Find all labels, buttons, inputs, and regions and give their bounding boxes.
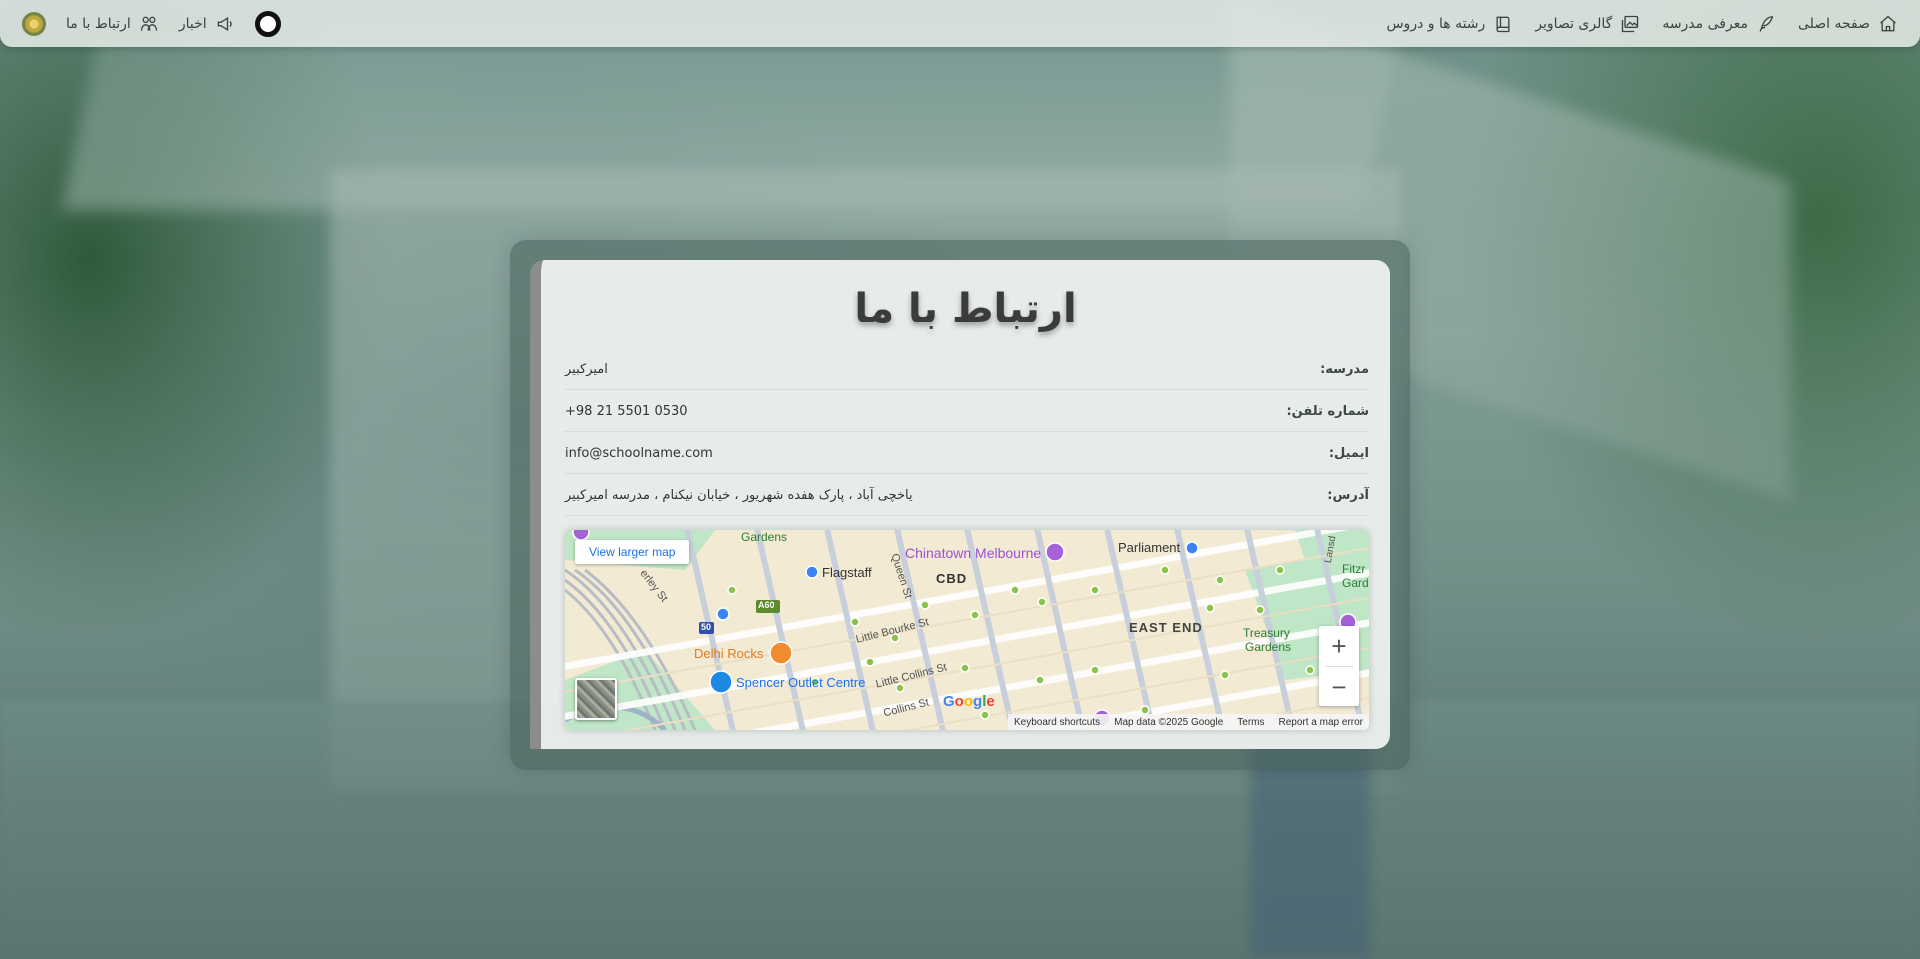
map-zoom-controls: + − xyxy=(1319,626,1359,706)
nav-item-courses[interactable]: رشته ها و دروس xyxy=(1386,14,1513,34)
map-label-fitzroy-gardens: Gard xyxy=(1342,576,1369,590)
nav-item-label: ارتباط با ما xyxy=(66,15,131,32)
nav-item-label: معرفی مدرسه xyxy=(1662,15,1748,32)
page-title: ارتباط با ما xyxy=(854,286,1077,332)
view-larger-map-link[interactable]: View larger map xyxy=(575,540,690,564)
theme-toggle-button[interactable] xyxy=(254,10,281,37)
info-value[interactable]: +98 21 5501 0530 xyxy=(565,404,688,419)
info-row-address: آدرس: یاخچی آباد ، پارک هفده شهریور ، خی… xyxy=(565,476,1369,516)
info-value: یاخچی آباد ، پارک هفده شهریور ، خیابان ن… xyxy=(565,488,913,503)
top-navbar: صفحه اصلی معرفی مدرسه گالری تصاویر رشته … xyxy=(0,0,1920,47)
megaphone-icon xyxy=(217,16,232,31)
map-label-gardens: Gardens xyxy=(741,530,788,544)
nav-item-label: گالری تصاویر xyxy=(1535,15,1613,32)
zoom-in-button[interactable]: + xyxy=(1319,626,1359,666)
contact-card: ارتباط با ما مدرسه: امیرکبیر شماره تلفن:… xyxy=(530,260,1390,749)
map-label-a60: A60 xyxy=(758,600,775,610)
map-label-fitzroy: Fitzr xyxy=(1342,562,1366,576)
nav-item-about-school[interactable]: معرفی مدرسه xyxy=(1662,14,1776,34)
info-value[interactable]: info@schoolname.com xyxy=(565,446,713,461)
info-label: آدرس: xyxy=(1327,488,1369,503)
info-row-phone: شماره تلفن: +98 21 5501 0530 xyxy=(565,392,1369,432)
map-label-chinatown: Chinatown Melbourne xyxy=(905,545,1042,561)
nav-item-label: اخبار xyxy=(178,15,207,32)
map-label-east-end: EAST END xyxy=(1129,620,1203,635)
map-attribution-bar: Keyboard shortcuts Map data ©2025 Google… xyxy=(1007,714,1369,730)
map-label-route-50: 50 xyxy=(701,622,712,632)
nav-item-gallery[interactable]: گالری تصاویر xyxy=(1535,14,1640,34)
map-label-delhi-rocks: Delhi Rocks xyxy=(694,646,764,661)
people-icon xyxy=(140,16,157,31)
gallery-icon xyxy=(1622,15,1639,32)
nav-item-contact[interactable]: ارتباط با ما xyxy=(66,14,159,34)
school-logo[interactable] xyxy=(22,11,46,36)
google-logo: Google xyxy=(943,693,995,710)
nav-secondary-links: اخبار ارتباط با ما xyxy=(22,10,281,37)
info-value: امیرکبیر xyxy=(565,362,608,377)
home-icon xyxy=(1880,15,1896,31)
info-label: ایمیل: xyxy=(1328,446,1369,461)
satellite-view-toggle[interactable] xyxy=(575,678,617,720)
nav-item-news[interactable]: اخبار xyxy=(179,14,235,34)
map-label-spencer-outlet: Spencer Outlet Centre xyxy=(736,675,866,690)
map-data-text: Map data ©2025 Google xyxy=(1114,716,1224,728)
map-label-flagstaff: Flagstaff xyxy=(822,565,872,580)
nav-item-label: صفحه اصلی xyxy=(1797,15,1870,32)
report-map-error-link[interactable]: Report a map error xyxy=(1279,717,1363,728)
map-label-cbd: CBD xyxy=(936,571,968,586)
nav-item-label: رشته ها و دروس xyxy=(1386,15,1486,32)
embedded-map[interactable]: Gardens Flagstaff Chinatown Melbourne Pa… xyxy=(565,530,1369,730)
nav-main-links: صفحه اصلی معرفی مدرسه گالری تصاویر رشته … xyxy=(1386,14,1898,34)
map-label-parliament: Parliament xyxy=(1118,540,1181,555)
info-row-school: مدرسه: امیرکبیر xyxy=(565,350,1369,390)
keyboard-shortcuts-link[interactable]: Keyboard shortcuts xyxy=(1014,717,1100,728)
info-label: مدرسه: xyxy=(1320,362,1369,377)
info-row-email: ایمیل: info@schoolname.com xyxy=(565,434,1369,474)
nav-item-home[interactable]: صفحه اصلی xyxy=(1798,14,1898,34)
info-label: شماره تلفن: xyxy=(1286,404,1369,419)
terms-link[interactable]: Terms xyxy=(1237,717,1264,728)
zoom-out-button[interactable]: − xyxy=(1319,667,1359,707)
quill-icon xyxy=(1759,15,1774,32)
map-label-treasury: Treasury xyxy=(1243,626,1290,640)
map-label-treasury-gardens: Gardens xyxy=(1245,640,1292,654)
book-icon xyxy=(1496,16,1510,32)
